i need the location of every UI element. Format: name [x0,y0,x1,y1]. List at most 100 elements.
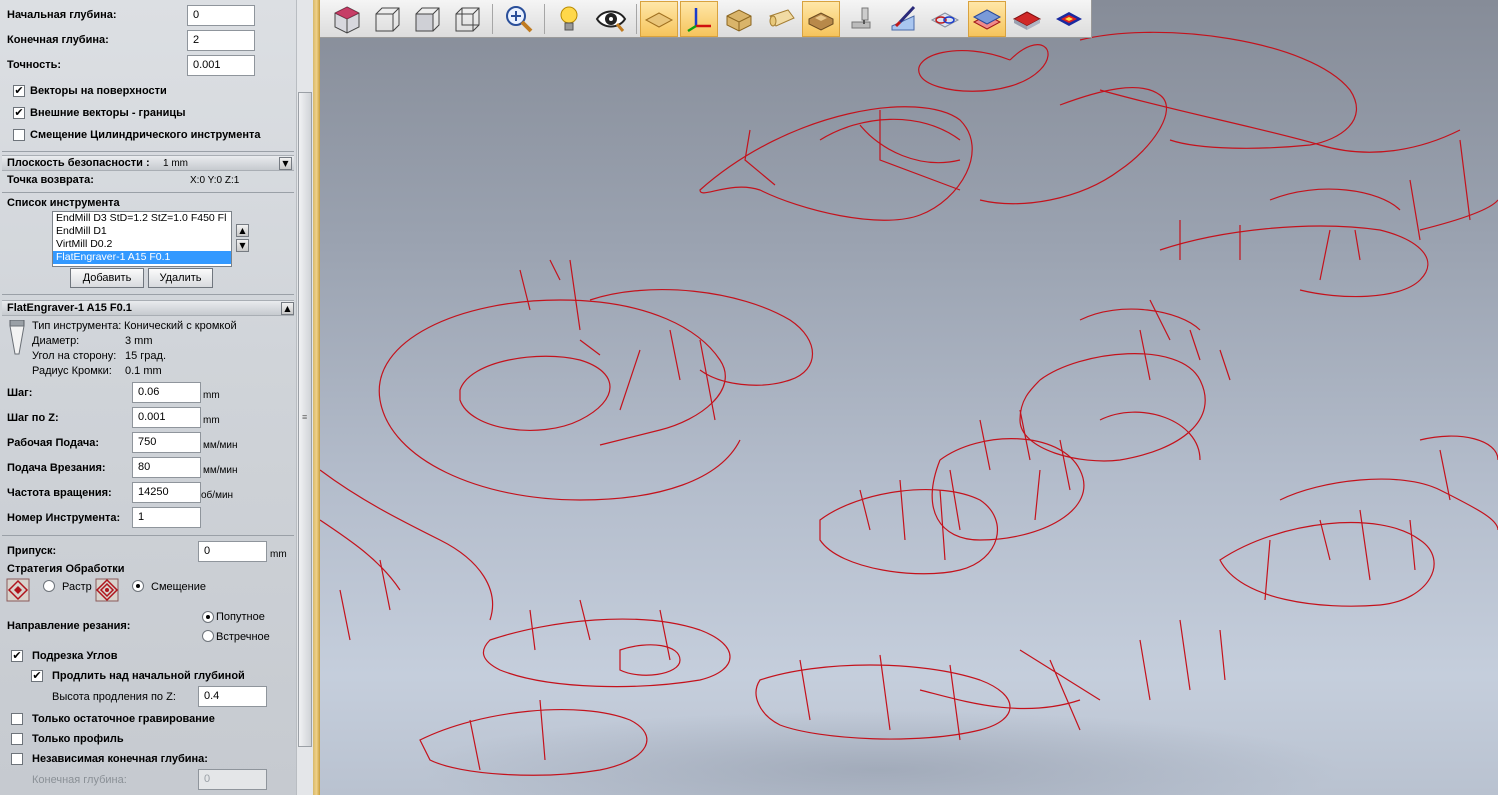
panel-splitter[interactable] [313,0,320,795]
edge-radius-label: Радиус Кромки: [32,365,112,377]
divider [2,535,294,536]
direction-title: Направление резания: [7,620,131,632]
axes-button[interactable] [680,1,718,37]
end-depth-input[interactable]: 2 [187,30,255,51]
raster-strategy-icon [6,578,30,602]
allowance-label: Припуск: [7,545,57,557]
panel-scrollbar[interactable]: ≡ [296,0,313,795]
machine-button[interactable] [842,1,880,37]
end-depth-label: Конечная глубина: [7,34,109,46]
raster-label: Растр [62,581,92,593]
strategy-title: Стратегия Обработки [7,563,125,575]
allowance-input[interactable]: 0 [198,541,267,562]
surface-vectors-checkbox[interactable]: ✔ [13,85,25,97]
tolerance-input[interactable]: 0.001 [187,55,255,76]
stock-box-button[interactable] [720,1,758,37]
view-toolbar [320,0,1092,38]
plane-button[interactable] [640,1,678,37]
step-z-input[interactable]: 0.001 [132,407,201,428]
return-point-value: X:0 Y:0 Z:1 [190,175,240,186]
tool-list-item[interactable]: EndMill D1 [53,225,231,238]
final-depth-input[interactable]: 0 [198,769,267,790]
model-box-icon [808,12,834,31]
move-down-button[interactable]: ▼ [236,239,249,252]
tool-listbox[interactable]: EndMill D3 StD=1.2 StZ=1.0 F450 Fl EndMi… [52,211,232,267]
corner-cleanup-label: Подрезка Углов [32,650,118,662]
divider [2,151,294,152]
view-front-icon [375,7,400,32]
corner-cleanup-checkbox[interactable]: ✔ [11,650,23,662]
plunge-input[interactable]: 80 [132,457,201,478]
visibility-button[interactable] [592,1,630,37]
angle-label: Угол на сторону: [32,350,117,362]
diameter-label: Диаметр: [32,335,80,347]
stock-box-icon [726,9,752,32]
view-iso-button[interactable] [328,1,366,37]
vectors-button[interactable] [926,1,964,37]
climb-label: Попутное [216,611,265,623]
operation-parameters-panel: Начальная глубина: 0 Конечная глубина: 2… [0,0,296,795]
add-tool-button[interactable]: Добавить [70,268,144,288]
extend-height-input[interactable]: 0.4 [198,686,267,707]
independent-depth-label: Независимая конечная глубина: [32,753,208,765]
heatmap-button[interactable] [1050,1,1088,37]
red-layer-icon [1012,11,1042,30]
zoom-button[interactable] [500,1,538,37]
layers-icon [972,9,1002,30]
step-z-unit: mm [203,415,220,426]
tolerance-label: Точность: [7,59,62,71]
feed-input[interactable]: 750 [132,432,201,453]
extend-above-checkbox[interactable]: ✔ [31,670,43,682]
red-layer-button[interactable] [1008,1,1046,37]
outer-vectors-checkbox[interactable]: ✔ [13,107,25,119]
light-icon [560,6,578,31]
3d-viewport[interactable] [320,0,1498,795]
start-depth-input[interactable]: 0 [187,5,255,26]
visibility-icon [595,10,627,32]
tool-list-title: Список инструмента [7,197,120,209]
light-button[interactable] [550,1,588,37]
divider [2,294,294,295]
tool-number-input[interactable]: 1 [132,507,201,528]
edge-radius-value: 0.1 mm [125,365,162,377]
step-input[interactable]: 0.06 [132,382,201,403]
machine-icon [851,7,871,29]
allowance-unit: mm [270,549,287,560]
tool-section-title: FlatEngraver-1 A15 F0.1 [7,302,132,314]
view-side-button[interactable] [408,1,446,37]
speed-input[interactable]: 14250 [132,482,201,503]
tool-list-item[interactable]: EndMill D3 StD=1.2 StZ=1.0 F450 Fl [53,212,231,225]
view-back-button[interactable] [448,1,486,37]
delete-tool-button[interactable]: Удалить [148,268,213,288]
offset-radio[interactable] [132,580,144,592]
climb-radio[interactable] [202,611,214,623]
tool-list-item-selected[interactable]: FlatEngraver-1 A15 F0.1 [53,251,231,264]
collapse-tool-section-button[interactable]: ▲ [281,302,294,315]
surface-vectors-label: Векторы на поверхности [30,85,167,97]
conventional-radio[interactable] [202,630,214,642]
layers-button[interactable] [968,1,1006,37]
tool-type-value: Конический с кромкой [124,320,237,332]
toolbar-separator [544,4,545,34]
paint-button[interactable] [884,1,922,37]
scrollbar-thumb[interactable]: ≡ [298,92,312,747]
step-z-label: Шаг по Z: [7,412,59,424]
tool-list-item[interactable]: VirtMill D0.2 [53,238,231,251]
cylinder-button[interactable] [762,1,800,37]
diameter-value: 3 mm [125,335,153,347]
independent-depth-checkbox[interactable] [11,753,23,765]
extend-above-label: Продлить над начальной глубиной [52,670,245,682]
tool-type-label: Тип инструмента: [32,320,122,332]
raster-radio[interactable] [43,580,55,592]
view-iso-icon [334,6,360,34]
view-front-button[interactable] [368,1,406,37]
residual-only-checkbox[interactable] [11,713,23,725]
profile-only-checkbox[interactable] [11,733,23,745]
cylindrical-offset-checkbox[interactable] [13,129,25,141]
return-point-label: Точка возврата: [7,174,94,186]
angle-value: 15 град. [125,350,167,362]
model-box-button[interactable] [802,1,840,37]
vectors-icon [930,12,960,28]
move-up-button[interactable]: ▲ [236,224,249,237]
safety-plane-expand-button[interactable]: ▼ [279,157,292,170]
